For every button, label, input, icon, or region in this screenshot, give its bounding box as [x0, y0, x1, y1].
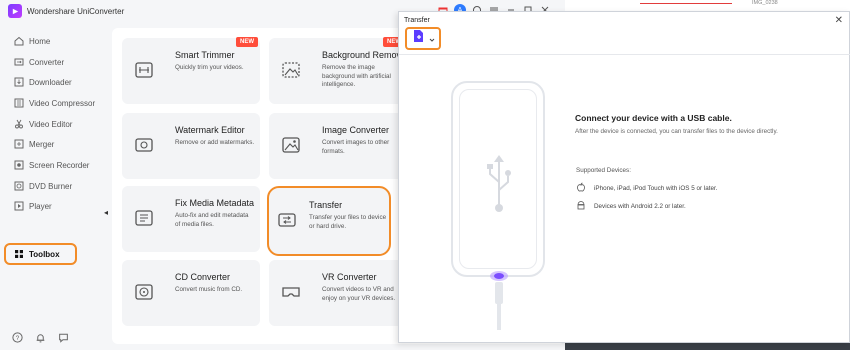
tool-card-cd-converter[interactable]: CD Converter Convert music from CD.	[122, 260, 260, 326]
sidebar-item-label: Player	[29, 201, 52, 211]
collapse-sidebar-icon[interactable]: ◂	[104, 208, 108, 217]
tool-desc: Remove or add watermarks.	[175, 139, 255, 146]
add-file-icon	[412, 29, 426, 48]
tool-desc: Quickly trim your videos.	[175, 64, 244, 71]
sidebar-item-label: Merger	[29, 139, 55, 149]
sidebar-item-label: Home	[29, 36, 51, 46]
device-label: Devices with Android 2.2 or later.	[594, 202, 686, 210]
cd-icon	[134, 282, 154, 302]
tool-desc: Convert music from CD.	[175, 286, 243, 293]
transfer-icon	[277, 210, 297, 230]
dialog-title: Transfer	[404, 17, 430, 24]
connect-title: Connect your device with a USB cable.	[575, 113, 732, 123]
record-icon	[13, 160, 24, 171]
background-window	[565, 0, 850, 11]
sidebar-item-toolbox[interactable]: Toolbox	[4, 243, 77, 265]
transfer-dialog: Transfer ✕ Connect your device with a US…	[398, 11, 850, 343]
tool-desc: Auto-fix and edit metadata of media file…	[175, 212, 249, 228]
apple-icon	[576, 182, 586, 194]
disc-icon	[13, 181, 24, 192]
tool-title: Smart Trimmer	[175, 50, 235, 60]
bell-icon[interactable]	[35, 330, 46, 348]
background-bar	[565, 343, 850, 350]
new-badge: NEW	[236, 37, 258, 47]
tool-title: Fix Media Metadata	[175, 198, 255, 208]
chevron-down-icon	[429, 30, 435, 48]
tool-card-fix-media-metadata[interactable]: Fix Media Metadata Auto-fix and edit met…	[122, 186, 260, 252]
tool-title: Watermark Editor	[175, 125, 245, 135]
tool-desc: Convert videos to VR and enjoy on your V…	[322, 286, 396, 302]
sidebar-item-label: DVD Burner	[29, 181, 73, 191]
close-icon[interactable]: ✕	[835, 15, 843, 26]
tool-card-background-remover[interactable]: NEW Background Remover Remove the image …	[269, 37, 410, 104]
tool-card-smart-trimmer[interactable]: NEW Smart Trimmer Quickly trim your vide…	[122, 37, 260, 104]
sidebar-item-label: Video Compressor	[29, 98, 96, 108]
tool-desc: Remove the image background with artific…	[322, 64, 391, 88]
sidebar-item-home[interactable]: Home	[13, 33, 50, 49]
sidebar-item-screen-recorder[interactable]: Screen Recorder	[13, 157, 89, 173]
sidebar-item-player[interactable]: Player	[13, 198, 52, 214]
sidebar: Home Converter Downloader Video Compress…	[0, 28, 108, 350]
sidebar-item-label: Downloader	[29, 77, 72, 87]
converter-icon	[13, 57, 24, 68]
metadata-icon	[134, 208, 154, 228]
image-icon	[281, 60, 301, 80]
sidebar-item-dvd-burner[interactable]: DVD Burner	[13, 178, 72, 194]
supported-devices-label: Supported Devices:	[576, 167, 631, 174]
sidebar-item-downloader[interactable]: Downloader	[13, 74, 72, 90]
sidebar-item-video-editor[interactable]: Video Editor	[13, 116, 72, 132]
app-title: Wondershare UniConverter	[27, 6, 125, 16]
device-label: iPhone, iPad, iPod Touch with iOS 5 or l…	[594, 184, 718, 192]
trimmer-icon	[134, 60, 154, 80]
tool-title: CD Converter	[175, 272, 231, 282]
download-icon	[13, 77, 24, 88]
device-row-android: Devices with Android 2.2 or later.	[576, 200, 686, 212]
sidebar-item-label: Screen Recorder	[29, 160, 90, 170]
device-row-ios: iPhone, iPad, iPod Touch with iOS 5 or l…	[576, 182, 717, 194]
phone-illustration	[451, 81, 545, 277]
tool-title: Image Converter	[322, 125, 390, 135]
merge-icon	[13, 139, 24, 150]
tool-card-image-converter[interactable]: Image Converter Convert images to other …	[269, 113, 407, 179]
tool-desc: Transfer your files to device or hard dr…	[309, 214, 387, 230]
sidebar-item-label: Converter	[29, 57, 65, 67]
feedback-icon[interactable]	[58, 330, 69, 348]
tool-card-watermark-editor[interactable]: Watermark Editor Remove or add watermark…	[122, 113, 260, 179]
android-icon	[576, 200, 586, 212]
tool-title: Background Remover	[322, 50, 410, 60]
sidebar-item-converter[interactable]: Converter	[13, 54, 64, 70]
sidebar-item-merger[interactable]: Merger	[13, 136, 54, 152]
watermark-icon	[134, 135, 154, 155]
svg-text:?: ?	[16, 335, 20, 342]
dialog-body: Connect your device with a USB cable. Af…	[399, 54, 850, 344]
background-label: IMG_0238	[752, 0, 778, 6]
tool-title: VR Converter	[322, 272, 377, 282]
sidebar-item-video-compressor[interactable]: Video Compressor	[13, 95, 95, 111]
tool-card-transfer[interactable]: Transfer Transfer your files to device o…	[267, 186, 391, 256]
grid-icon	[13, 249, 24, 260]
tool-card-vr-converter[interactable]: VR Converter Convert videos to VR and en…	[269, 260, 407, 326]
add-files-button[interactable]	[405, 27, 441, 50]
sidebar-item-label: Toolbox	[29, 249, 60, 259]
vr-headset-icon	[281, 282, 301, 302]
tool-desc: Convert images to other formats.	[322, 139, 390, 155]
scissors-icon	[13, 119, 24, 130]
background-divider	[640, 3, 732, 4]
app-logo-icon	[8, 4, 22, 18]
play-icon	[13, 201, 24, 212]
usb-cable-icon	[490, 271, 508, 330]
sidebar-footer: ?	[12, 330, 69, 348]
compress-icon	[13, 98, 24, 109]
usb-icon	[487, 155, 511, 212]
image-convert-icon	[281, 135, 301, 155]
connect-subtitle: After the device is connected, you can t…	[575, 128, 778, 135]
home-icon	[13, 36, 24, 47]
phone-screen	[459, 89, 537, 269]
help-icon[interactable]: ?	[12, 330, 23, 348]
tool-title: Transfer	[309, 200, 343, 210]
sidebar-item-label: Video Editor	[29, 119, 73, 129]
